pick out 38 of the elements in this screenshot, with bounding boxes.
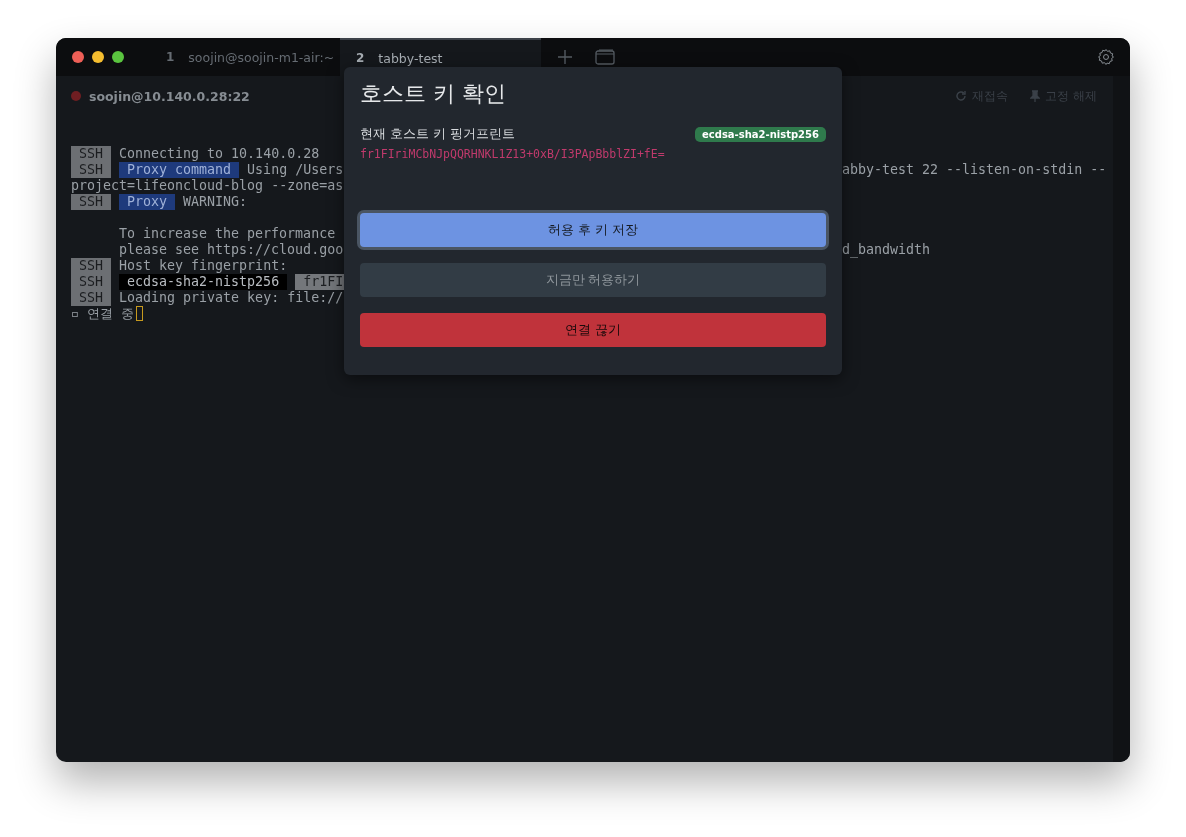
close-button[interactable]	[72, 51, 84, 63]
settings-icon[interactable]	[1097, 48, 1115, 66]
terminal-text: Using /Users	[247, 162, 344, 178]
scrollbar-track[interactable]	[1113, 76, 1130, 762]
terminal-text: project=lifeoncloud-blog --zone=as	[71, 178, 344, 194]
ssh-tag: SSH	[71, 274, 112, 290]
disconnect-button[interactable]: 연결 끊기	[360, 313, 826, 347]
cursor	[136, 306, 144, 321]
ssh-tag: SSH	[71, 146, 112, 162]
connection-title: soojin@10.140.0.28:22	[89, 88, 250, 104]
ssh-tag: SSH	[71, 258, 112, 274]
fingerprint-label: 현재 호스트 키 핑거프린트	[360, 125, 516, 143]
tab[interactable]: 1 soojin@soojin-m1-air:~	[150, 38, 340, 76]
pin-icon	[1030, 90, 1041, 102]
terminal-tag: Proxy	[119, 194, 176, 210]
minimize-button[interactable]	[92, 51, 104, 63]
key-type-badge: ecdsa-sha2-nistp256	[695, 126, 826, 142]
fingerprint-text: fr1FIriMCbNJpQQRHNKL1Z13+0xB/I3PApBbblZI+fE=	[360, 147, 666, 161]
terminal-text: Connecting to 10.140.0.28	[119, 146, 320, 162]
terminal-tag: Proxy command	[119, 162, 240, 178]
accept-save-button[interactable]: 허용 후 키 저장	[360, 213, 826, 247]
ssh-tag: SSH	[71, 162, 112, 178]
terminal-text: Host key fingerprint:	[119, 258, 288, 274]
ssh-tag: SSH	[71, 194, 112, 210]
window-icon[interactable]	[595, 49, 615, 65]
terminal-text: WARNING:	[183, 194, 248, 210]
terminal-text: Loading private key: file://	[119, 290, 344, 306]
zoom-button[interactable]	[112, 51, 124, 63]
terminal-text: To increase the performance	[119, 226, 336, 242]
refresh-icon	[955, 90, 968, 102]
ssh-tag: SSH	[71, 290, 112, 306]
terminal-text: please see https://cloud.goo	[119, 242, 344, 258]
terminal-text: ▫ 연결 중	[71, 306, 135, 322]
terminal-tag: ecdsa-sha2-nistp256	[119, 274, 288, 290]
terminal-text: abby-test 22 --listen-on-stdin --	[842, 162, 1107, 178]
terminal-text: d_bandwidth	[842, 242, 931, 258]
dialog-title: 호스트 키 확인	[360, 80, 507, 108]
accept-once-button[interactable]: 지금만 허용하기	[360, 263, 826, 297]
